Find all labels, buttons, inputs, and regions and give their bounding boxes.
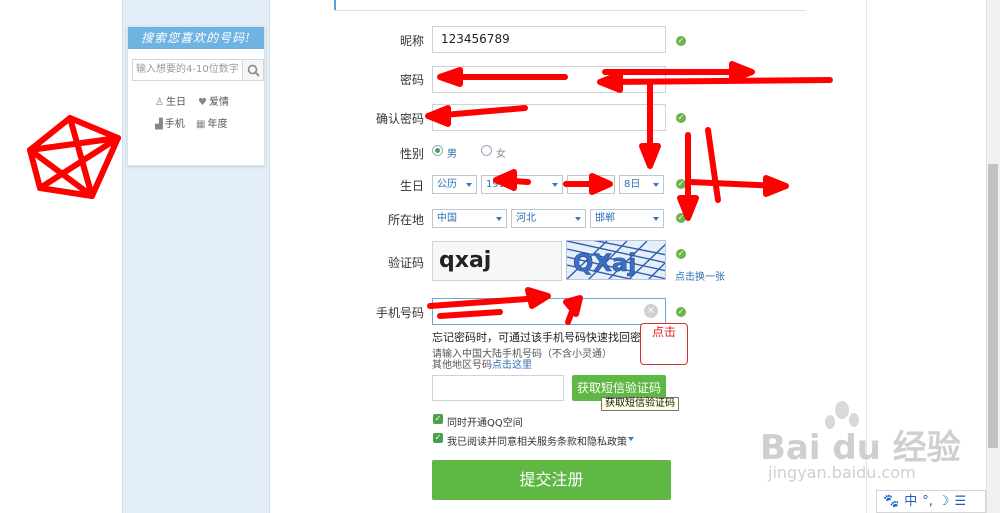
confirm-password-input[interactable] xyxy=(432,104,666,131)
number-search-input[interactable]: 输入想要的4-10位数字 xyxy=(132,59,244,81)
sms-button-tooltip: 获取短信验证码 xyxy=(601,397,679,411)
location-label: 所在地 xyxy=(387,213,424,227)
terms-expand-icon[interactable] xyxy=(628,437,634,441)
sidebar-link-phone[interactable]: ▟ 手机 xyxy=(155,119,185,131)
chevron-down-icon xyxy=(466,183,472,187)
submit-register-button[interactable]: 提交注册 xyxy=(432,460,671,500)
cake-icon: ♙ xyxy=(155,97,164,108)
calendar-type-select[interactable]: 公历 xyxy=(432,175,477,194)
svg-text:QXaj: QXaj xyxy=(573,249,636,277)
phone-input[interactable] xyxy=(432,298,666,325)
captcha-input[interactable]: qxaj xyxy=(432,241,562,281)
gender-female-radio[interactable] xyxy=(481,145,492,156)
number-search-title: 搜索您喜欢的号码! xyxy=(128,27,264,49)
birth-day-select[interactable]: 8日 xyxy=(619,175,664,194)
birth-year-select[interactable]: 1998 xyxy=(481,175,563,194)
phone-other-region: 其他地区号码点击这里 xyxy=(432,360,532,371)
birthday-valid-icon: ✓ xyxy=(676,179,686,189)
phone-valid-icon: ✓ xyxy=(676,307,686,317)
ime-mode[interactable]: 中 xyxy=(904,494,917,509)
chevron-down-icon xyxy=(496,217,502,221)
watermark-url: jingyan.baidu.com xyxy=(768,463,916,482)
phone-recovery-hint: 忘记密码时，可通过该手机号码快速找回密码 xyxy=(432,331,652,344)
birth-month-select[interactable] xyxy=(567,175,615,194)
captcha-label: 验证码 xyxy=(387,256,424,270)
gender-male-label: 男 xyxy=(447,149,457,160)
country-select[interactable]: 中国 xyxy=(432,209,507,228)
clear-input-icon[interactable]: × xyxy=(644,304,658,318)
paw-icon[interactable]: 🐾 xyxy=(883,494,899,509)
number-search-button[interactable] xyxy=(242,59,264,81)
password-input[interactable] xyxy=(432,66,666,93)
birthday-label: 生日 xyxy=(399,179,424,193)
nickname-label: 昵称 xyxy=(399,34,424,48)
captcha-noise-pattern: QXaj xyxy=(567,241,665,279)
location-valid-icon: ✓ xyxy=(676,213,686,223)
confirm-password-label: 确认密码 xyxy=(375,112,424,126)
agree-terms-checkbox[interactable]: ✓ xyxy=(433,433,443,443)
agree-terms-label[interactable]: 我已阅读并同意相关服务条款和隐私政策 xyxy=(447,433,627,448)
chevron-down-icon xyxy=(653,183,659,187)
nickname-valid-icon: ✓ xyxy=(676,36,686,46)
heart-icon: ♥ xyxy=(198,97,207,108)
chevron-down-icon xyxy=(575,217,581,221)
section-header-marker xyxy=(334,0,336,10)
phone-other-region-link[interactable]: 点击这里 xyxy=(492,360,532,371)
phone-label: 手机号码 xyxy=(375,306,424,320)
search-icon xyxy=(247,64,260,77)
section-header-divider xyxy=(334,10,806,11)
signal-icon: ▟ xyxy=(155,119,163,130)
scrollbar-thumb[interactable] xyxy=(988,164,998,448)
gender-label: 性别 xyxy=(399,147,424,161)
chevron-down-icon xyxy=(604,183,610,187)
sidebar-link-year[interactable]: ▦ 年度 xyxy=(196,119,227,131)
watermark-brand: Bai du 经验 xyxy=(760,428,961,468)
ime-moon-icon[interactable]: ☽ xyxy=(938,494,950,509)
qzone-checkbox[interactable]: ✓ xyxy=(433,414,443,424)
city-select[interactable]: 邯郸 xyxy=(590,209,664,228)
ime-toolbar[interactable]: 🐾 中 °, ☽ ☰ xyxy=(876,490,986,513)
chevron-down-icon xyxy=(552,183,558,187)
sidebar-link-birthday[interactable]: ♙ 生日 xyxy=(155,97,186,109)
calendar-icon: ▦ xyxy=(196,119,206,130)
ime-menu-icon[interactable]: ☰ xyxy=(955,494,967,509)
sidebar-link-love[interactable]: ♥ 爱情 xyxy=(198,97,229,109)
captcha-image[interactable]: QXaj xyxy=(566,240,666,280)
captcha-refresh-link[interactable]: 点击换一张 xyxy=(675,268,725,283)
gender-male-radio[interactable] xyxy=(432,145,443,156)
chevron-down-icon xyxy=(653,217,659,221)
confirm-valid-icon: ✓ xyxy=(676,113,686,123)
province-select[interactable]: 河北 xyxy=(511,209,586,228)
qzone-checkbox-label: 同时开通QQ空间 xyxy=(447,418,523,429)
password-label: 密码 xyxy=(399,73,424,87)
left-blank-area xyxy=(0,0,122,513)
sms-code-input[interactable] xyxy=(432,375,564,401)
nickname-input[interactable]: 123456789 xyxy=(432,26,666,53)
gender-female-label: 女 xyxy=(496,149,506,160)
ime-punctuation-icon[interactable]: °, xyxy=(922,494,933,509)
annotation-click-text: 点击 xyxy=(652,325,677,339)
number-search-card: 搜索您喜欢的号码! 输入想要的4-10位数字 ♙ 生日 ♥ 爱情 ▟ 手机 ▦ 年度 xyxy=(127,26,265,166)
captcha-valid-icon: ✓ xyxy=(676,249,686,259)
